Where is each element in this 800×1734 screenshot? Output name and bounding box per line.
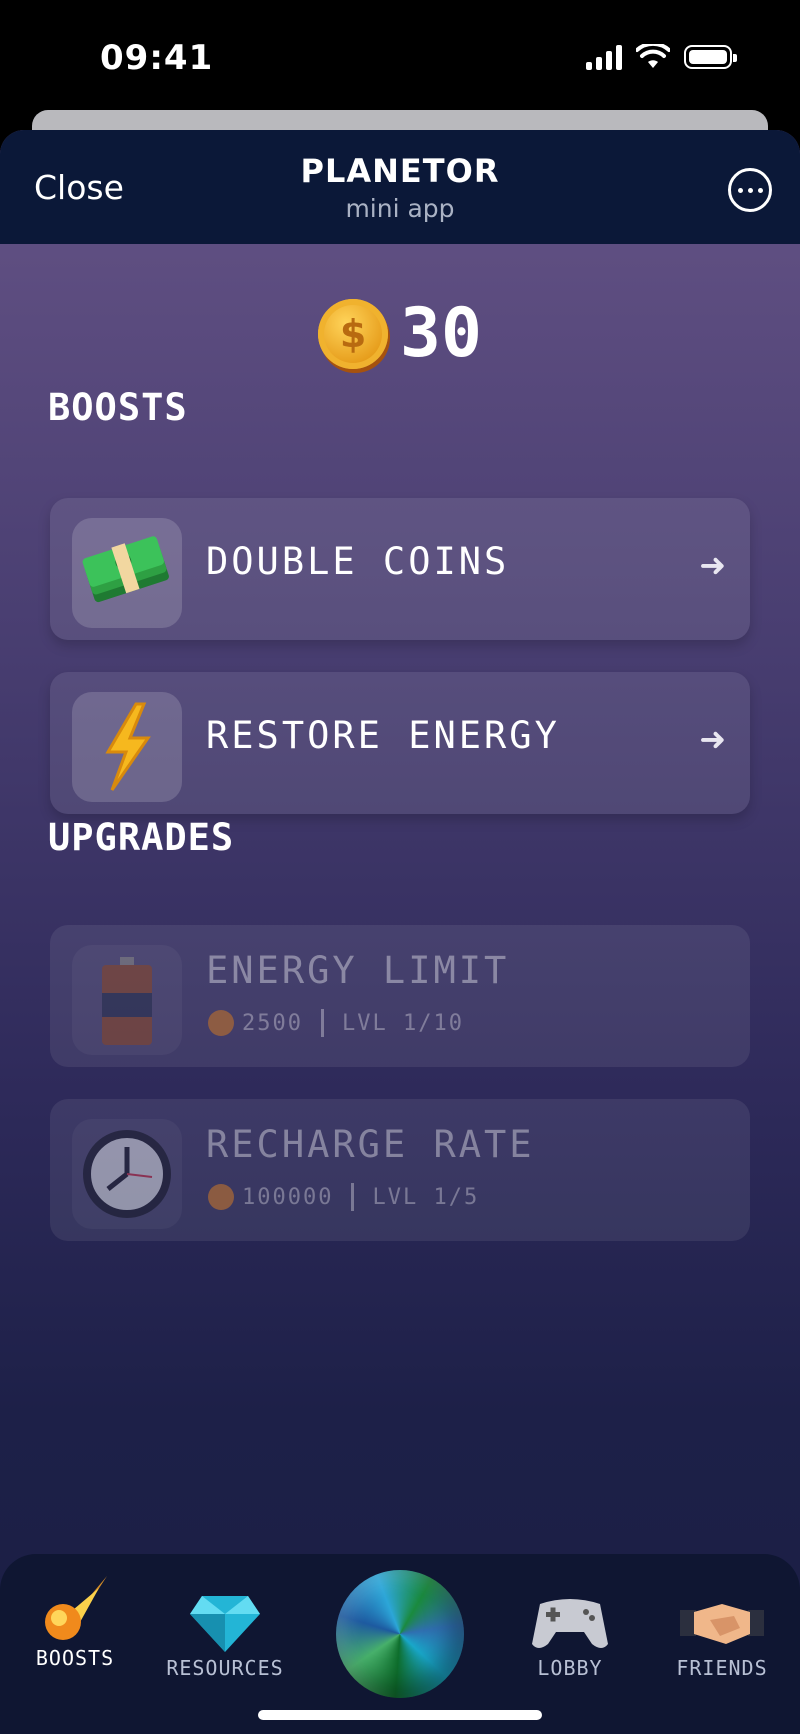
coin-icon: [208, 1010, 234, 1036]
arrow-right-icon: ➜: [699, 546, 726, 584]
tab-lobby[interactable]: LOBBY: [520, 1590, 620, 1680]
tab-label: FRIENDS: [676, 1656, 768, 1680]
coin-balance: $ 30: [0, 294, 800, 373]
tab-friends[interactable]: FRIENDS: [662, 1590, 782, 1680]
upgrades-section-title: UPGRADES: [48, 816, 235, 859]
upgrade-cost: 2500: [242, 1010, 303, 1036]
tab-boosts[interactable]: BOOSTS: [20, 1570, 130, 1670]
home-indicator: [258, 1710, 542, 1720]
more-options-icon[interactable]: [728, 168, 772, 212]
app-title: PLANETOR: [300, 152, 500, 190]
coin-icon: [208, 1184, 234, 1210]
boost-double-coins[interactable]: DOUBLE COINS ➜: [50, 498, 750, 640]
tab-label: LOBBY: [537, 1656, 603, 1680]
upgrade-meta: 2500 LVL 1/10: [208, 1009, 464, 1037]
boost-label: RESTORE ENERGY: [206, 714, 560, 757]
battery-icon: [684, 45, 737, 69]
wifi-icon: [636, 44, 670, 68]
diamond-icon: [190, 1596, 260, 1652]
app-subtitle: mini app: [345, 194, 455, 223]
tab-label: RESOURCES: [166, 1656, 284, 1680]
boost-label: DOUBLE COINS: [206, 540, 510, 583]
status-bar: 09:41: [0, 0, 800, 120]
boosts-section-title: BOOSTS: [48, 386, 188, 429]
divider: [320, 1009, 324, 1037]
upgrade-label: RECHARGE RATE: [206, 1123, 535, 1166]
app-header: Close PLANETOR mini app: [0, 130, 800, 244]
money-stack-icon: [72, 518, 182, 628]
balance-value: 30: [400, 294, 482, 373]
mini-app-sheet: Close PLANETOR mini app $ 30 BOOSTS DOUB…: [0, 130, 800, 1734]
planet-icon[interactable]: [336, 1570, 464, 1698]
status-icons: [586, 44, 737, 70]
lightning-icon: [72, 692, 182, 802]
upgrade-energy-limit[interactable]: ENERGY LIMIT 2500 LVL 1/10: [50, 925, 750, 1067]
upgrade-cost: 100000: [242, 1184, 334, 1210]
boost-restore-energy[interactable]: RESTORE ENERGY ➜: [50, 672, 750, 814]
status-time: 09:41: [100, 38, 214, 78]
arrow-right-icon: ➜: [699, 720, 726, 758]
comet-icon: [45, 1576, 107, 1640]
upgrade-level: LVL 1/5: [372, 1184, 480, 1210]
divider: [351, 1183, 355, 1211]
upgrade-meta: 100000 LVL 1/5: [208, 1183, 479, 1211]
tab-resources[interactable]: RESOURCES: [155, 1590, 295, 1680]
upgrade-label: ENERGY LIMIT: [206, 949, 510, 992]
upgrade-recharge-rate[interactable]: RECHARGE RATE 100000 LVL 1/5: [50, 1099, 750, 1241]
signal-icon: [586, 44, 622, 70]
clock-icon: [72, 1119, 182, 1229]
gamepad-icon: [532, 1599, 608, 1648]
tab-label: BOOSTS: [35, 1646, 115, 1670]
coin-icon: $: [318, 298, 389, 369]
handshake-icon: [680, 1604, 764, 1644]
battery-icon: [72, 945, 182, 1055]
upgrade-level: LVL 1/10: [341, 1010, 464, 1036]
